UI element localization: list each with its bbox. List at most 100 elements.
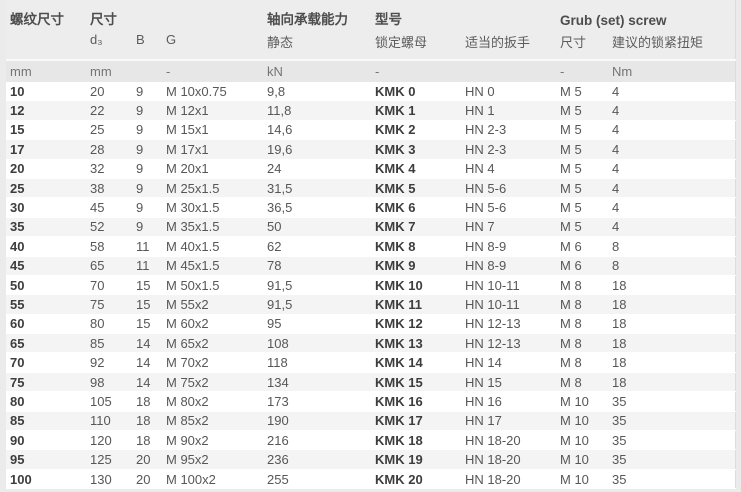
cell-wrench: HN 2-3 xyxy=(465,120,560,139)
cell-wrench: HN 10-11 xyxy=(465,275,560,294)
cell-static-load: 50 xyxy=(267,217,375,236)
cell-wrench: HN 15 xyxy=(465,372,560,391)
cell-designation: KMK 4 xyxy=(375,159,465,178)
cell-static-load: 9,8 xyxy=(267,82,375,101)
table-row: 20329M 20x124KMK 4HN 4M 54 xyxy=(6,159,735,178)
cell-b: 20 xyxy=(136,469,166,488)
subheader-torque: 建议的锁紧扭矩 xyxy=(612,29,735,60)
cell-designation: KMK 8 xyxy=(375,237,465,256)
cell-torque: 4 xyxy=(612,159,735,178)
cell-wrench: HN 8-9 xyxy=(465,256,560,275)
cell-b: 9 xyxy=(136,198,166,217)
cell-designation: KMK 20 xyxy=(375,469,465,488)
cell-designation: KMK 14 xyxy=(375,353,465,372)
cell-static-load: 78 xyxy=(267,256,375,275)
cell-static-load: 118 xyxy=(267,353,375,372)
cell-d3: 25 xyxy=(90,120,136,139)
cell-wrench: HN 18-20 xyxy=(465,469,560,488)
cell-static-load: 108 xyxy=(267,334,375,353)
cell-torque: 18 xyxy=(612,372,735,391)
cell-static-load: 173 xyxy=(267,392,375,411)
cell-designation: KMK 17 xyxy=(375,411,465,430)
cell-g: M 70x2 xyxy=(166,353,267,372)
table-row: 9012018M 90x2216KMK 18HN 18-20M 1035 xyxy=(6,431,735,450)
cell-designation: KMK 13 xyxy=(375,334,465,353)
cell-wrench: HN 5-6 xyxy=(465,178,560,197)
cell-torque: 4 xyxy=(612,120,735,139)
cell-static-load: 255 xyxy=(267,469,375,488)
table-row: 608015M 60x295KMK 12HN 12-13M 818 xyxy=(6,314,735,333)
cell-d3: 120 xyxy=(90,431,136,450)
cell-designation: KMK 19 xyxy=(375,450,465,469)
unit-g: - xyxy=(166,60,267,82)
cell-torque: 35 xyxy=(612,431,735,450)
cell-thread-size: 20 xyxy=(6,159,90,178)
table-row: 658514M 65x2108KMK 13HN 12-13M 818 xyxy=(6,334,735,353)
cell-g: M 17x1 xyxy=(166,140,267,159)
cell-wrench: HN 12-13 xyxy=(465,334,560,353)
cell-g: M 55x2 xyxy=(166,295,267,314)
header-designation: 型号 xyxy=(375,0,465,29)
cell-torque: 8 xyxy=(612,256,735,275)
cell-g: M 75x2 xyxy=(166,372,267,391)
cell-b: 9 xyxy=(136,82,166,101)
subheader-b: B xyxy=(136,29,166,60)
cell-d3: 80 xyxy=(90,314,136,333)
cell-designation: KMK 6 xyxy=(375,198,465,217)
cell-g: M 20x1 xyxy=(166,159,267,178)
cell-g: M 15x1 xyxy=(166,120,267,139)
cell-d3: 20 xyxy=(90,82,136,101)
table-row: 9512520M 95x2236KMK 19HN 18-20M 1035 xyxy=(6,450,735,469)
table-row: 15259M 15x114,6KMK 2HN 2-3M 54 xyxy=(6,120,735,139)
cell-thread-size: 95 xyxy=(6,450,90,469)
cell-torque: 18 xyxy=(612,353,735,372)
cell-static-load: 11,8 xyxy=(267,101,375,120)
cell-b: 14 xyxy=(136,372,166,391)
cell-static-load: 19,6 xyxy=(267,140,375,159)
subheader-g: G xyxy=(166,29,267,60)
cell-screw-size: M 5 xyxy=(560,140,612,159)
cell-designation: KMK 5 xyxy=(375,178,465,197)
header-dimensions: 尺寸 xyxy=(90,0,267,29)
cell-d3: 110 xyxy=(90,411,136,430)
cell-thread-size: 40 xyxy=(6,237,90,256)
cell-torque: 35 xyxy=(612,469,735,488)
cell-designation: KMK 1 xyxy=(375,101,465,120)
cell-screw-size: M 8 xyxy=(560,275,612,294)
cell-thread-size: 17 xyxy=(6,140,90,159)
cell-g: M 95x2 xyxy=(166,450,267,469)
header-group-row: 螺纹尺寸 尺寸 轴向承载能力 型号 Grub (set) screw xyxy=(6,0,735,29)
cell-torque: 18 xyxy=(612,314,735,333)
cell-b: 20 xyxy=(136,450,166,469)
cell-thread-size: 70 xyxy=(6,353,90,372)
cell-static-load: 236 xyxy=(267,450,375,469)
cell-screw-size: M 5 xyxy=(560,178,612,197)
unit-b xyxy=(136,60,166,82)
table-row: 35529M 35x1.550KMK 7HN 7M 54 xyxy=(6,217,735,236)
cell-b: 9 xyxy=(136,101,166,120)
cell-thread-size: 15 xyxy=(6,120,90,139)
cell-g: M 10x0.75 xyxy=(166,82,267,101)
unit-screw-size: - xyxy=(560,60,612,82)
cell-screw-size: M 5 xyxy=(560,198,612,217)
cell-designation: KMK 2 xyxy=(375,120,465,139)
cell-thread-size: 25 xyxy=(6,178,90,197)
subheader-screw-size: 尺寸 xyxy=(560,29,612,60)
cell-d3: 58 xyxy=(90,237,136,256)
cell-thread-size: 50 xyxy=(6,275,90,294)
cell-b: 18 xyxy=(136,431,166,450)
cell-thread-size: 90 xyxy=(6,431,90,450)
units-row: mm mm - kN - - Nm xyxy=(6,60,735,82)
cell-designation: KMK 12 xyxy=(375,314,465,333)
cell-torque: 18 xyxy=(612,295,735,314)
cell-torque: 4 xyxy=(612,217,735,236)
cell-designation: KMK 16 xyxy=(375,392,465,411)
subheader-static: 静态 xyxy=(267,29,375,60)
cell-static-load: 24 xyxy=(267,159,375,178)
cell-screw-size: M 5 xyxy=(560,217,612,236)
cell-torque: 8 xyxy=(612,237,735,256)
header-grub-screw: Grub (set) screw xyxy=(560,0,735,29)
cell-screw-size: M 5 xyxy=(560,120,612,139)
table-row: 759814M 75x2134KMK 15HN 15M 818 xyxy=(6,372,735,391)
cell-designation: KMK 11 xyxy=(375,295,465,314)
